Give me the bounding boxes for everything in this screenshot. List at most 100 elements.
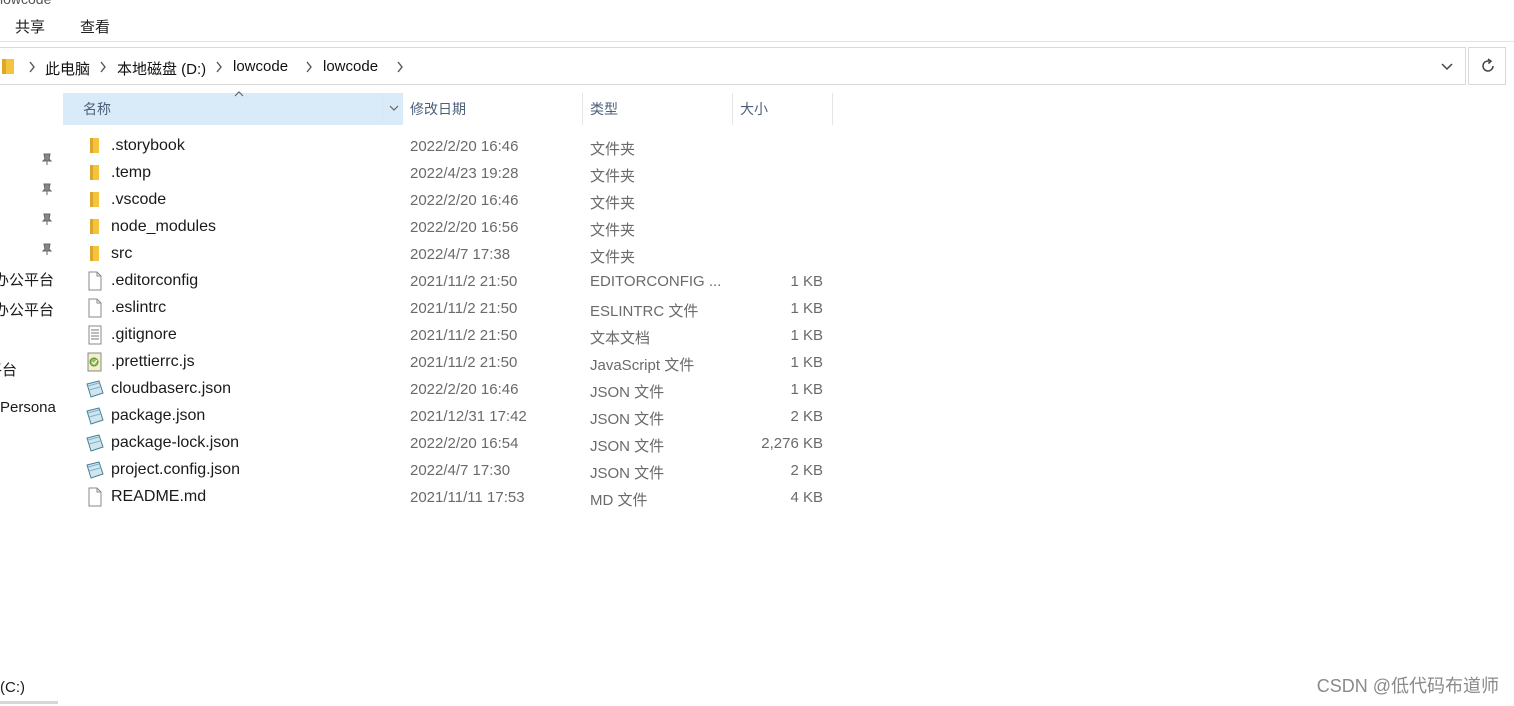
blank-file-icon xyxy=(85,271,105,291)
breadcrumb-this-pc[interactable]: 此电脑 xyxy=(45,58,90,79)
pin-icon[interactable] xyxy=(40,212,54,226)
refresh-button[interactable] xyxy=(1468,47,1506,85)
file-type: 文本文档 xyxy=(590,330,651,347)
folder-icon xyxy=(85,163,105,183)
file-row[interactable]: project.config.json 2022/4/7 17:30 JSON 文件… xyxy=(63,457,843,484)
blank-file-icon xyxy=(85,487,105,507)
nav-item-platform[interactable]: 平台 xyxy=(0,359,17,380)
file-size: 2 KB xyxy=(790,462,823,479)
file-type: JSON 文件 xyxy=(590,384,665,401)
breadcrumb-lowcode-current[interactable]: lowcode xyxy=(323,58,378,75)
chevron-down-icon[interactable] xyxy=(1439,58,1455,74)
file-type: ESLINTRC 文件 xyxy=(590,303,699,320)
column-header-modified[interactable]: 修改日期 xyxy=(390,93,580,125)
column-divider[interactable] xyxy=(383,93,384,125)
chevron-right-icon[interactable] xyxy=(28,60,36,74)
file-row[interactable]: .temp 2022/4/23 19:28 文件夹 xyxy=(63,160,843,187)
file-size: 2 KB xyxy=(790,408,823,425)
file-type: JavaScript 文件 xyxy=(590,357,695,374)
file-row[interactable]: .eslintrc 2021/11/2 21:50 ESLINTRC 文件 1 KB xyxy=(63,295,843,322)
file-row[interactable]: README.md 2021/11/11 17:53 MD 文件 4 KB xyxy=(63,484,843,511)
file-name[interactable]: .editorconfig xyxy=(111,272,198,290)
file-row[interactable]: package.json 2021/12/31 17:42 JSON 文件 2 KB xyxy=(63,403,843,430)
file-modified-date: 2022/4/7 17:38 xyxy=(410,246,511,263)
file-name[interactable]: .eslintrc xyxy=(111,299,166,317)
file-name[interactable]: .gitignore xyxy=(111,326,177,344)
folder-icon xyxy=(85,244,105,264)
file-size: 1 KB xyxy=(790,300,823,317)
breadcrumb-local-disk[interactable]: 本地磁盘 (D:) xyxy=(117,58,206,79)
file-modified-date: 2021/11/2 21:50 xyxy=(410,354,518,371)
column-header-size-label: 大小 xyxy=(740,101,768,117)
file-row[interactable]: node_modules 2022/2/20 16:56 文件夹 xyxy=(63,214,843,241)
tab-share[interactable]: 共享 xyxy=(15,16,45,37)
file-modified-date: 2022/2/20 16:46 xyxy=(410,381,519,398)
chevron-right-icon[interactable] xyxy=(99,60,107,74)
column-divider[interactable] xyxy=(832,93,833,125)
file-modified-date: 2022/2/20 16:46 xyxy=(410,138,519,155)
file-name[interactable]: README.md xyxy=(111,488,206,506)
file-row[interactable]: .gitignore 2021/11/2 21:50 文本文档 1 KB xyxy=(63,322,843,349)
chevron-right-icon[interactable] xyxy=(305,60,313,74)
nav-item-office-platform-2[interactable]: 办公平台 xyxy=(0,299,54,320)
file-modified-date: 2021/11/2 21:50 xyxy=(410,273,518,290)
nav-item-office-platform-1[interactable]: 办公平台 xyxy=(0,269,54,290)
address-bar[interactable]: 此电脑 本地磁盘 (D:) lowcode lowcode xyxy=(0,47,1466,85)
file-name[interactable]: src xyxy=(111,245,132,263)
json-file-icon xyxy=(85,433,105,453)
file-modified-date: 2021/11/11 17:53 xyxy=(410,489,525,506)
breadcrumb-lowcode[interactable]: lowcode xyxy=(233,58,288,75)
column-header-type-label: 类型 xyxy=(590,101,618,117)
folder-icon xyxy=(85,136,105,156)
file-modified-date: 2021/11/2 21:50 xyxy=(410,327,518,344)
nav-item-drive-c[interactable]: (C:) xyxy=(0,679,25,696)
file-row[interactable]: .editorconfig 2021/11/2 21:50 EDITORCONFIG… xyxy=(63,268,843,295)
blank-file-icon xyxy=(85,298,105,318)
file-modified-date: 2022/2/20 16:46 xyxy=(410,192,519,209)
file-name[interactable]: .temp xyxy=(111,164,151,182)
file-size: 2,276 KB xyxy=(761,435,823,452)
file-type: 文件夹 xyxy=(590,195,636,212)
chevron-right-icon[interactable] xyxy=(396,60,404,74)
file-name[interactable]: node_modules xyxy=(111,218,216,236)
file-name[interactable]: cloudbaserc.json xyxy=(111,380,231,398)
column-header-size[interactable]: 大小 xyxy=(720,93,830,125)
file-row[interactable]: .storybook 2022/2/20 16:46 文件夹 xyxy=(63,133,843,160)
nav-scrollbar[interactable] xyxy=(0,701,58,704)
pin-icon[interactable] xyxy=(40,152,54,166)
file-size: 1 KB xyxy=(790,381,823,398)
pin-icon[interactable] xyxy=(40,182,54,196)
column-header-name-label: 名称 xyxy=(83,101,111,117)
navigation-pane: 办公平台 办公平台 平台 Persona (C:) xyxy=(0,86,60,706)
file-name[interactable]: project.config.json xyxy=(111,461,240,479)
file-size: 1 KB xyxy=(790,273,823,290)
file-type: 文件夹 xyxy=(590,168,636,185)
file-name[interactable]: .storybook xyxy=(111,137,185,155)
file-type: 文件夹 xyxy=(590,141,636,158)
text-file-icon xyxy=(85,325,105,345)
column-header-modified-label: 修改日期 xyxy=(410,101,466,117)
file-name[interactable]: .vscode xyxy=(111,191,166,209)
file-modified-date: 2022/2/20 16:54 xyxy=(410,435,519,452)
column-header-type[interactable]: 类型 xyxy=(570,93,720,125)
file-size: 1 KB xyxy=(790,354,823,371)
chevron-right-icon[interactable] xyxy=(215,60,223,74)
file-name[interactable]: package-lock.json xyxy=(111,434,239,452)
file-modified-date: 2022/2/20 16:56 xyxy=(410,219,519,236)
nav-item-personal[interactable]: Persona xyxy=(0,399,56,416)
pin-icon[interactable] xyxy=(40,242,54,256)
file-name[interactable]: .prettierrc.js xyxy=(111,353,195,371)
file-row[interactable]: cloudbaserc.json 2022/2/20 16:46 JSON 文件 1 … xyxy=(63,376,843,403)
file-modified-date: 2022/4/7 17:30 xyxy=(410,462,511,479)
file-row[interactable]: package-lock.json 2022/2/20 16:54 JSON 文件 2… xyxy=(63,430,843,457)
file-row[interactable]: .vscode 2022/2/20 16:46 文件夹 xyxy=(63,187,843,214)
file-name[interactable]: package.json xyxy=(111,407,205,425)
file-type: JSON 文件 xyxy=(590,465,665,482)
file-row[interactable]: .prettierrc.js 2021/11/2 21:50 JavaScript … xyxy=(63,349,843,376)
tab-view[interactable]: 查看 xyxy=(80,16,110,37)
file-type: JSON 文件 xyxy=(590,411,665,428)
file-size: 4 KB xyxy=(790,489,823,506)
file-modified-date: 2021/12/31 17:42 xyxy=(410,408,527,425)
file-type: EDITORCONFIG ... xyxy=(590,273,722,290)
file-row[interactable]: src 2022/4/7 17:38 文件夹 xyxy=(63,241,843,268)
